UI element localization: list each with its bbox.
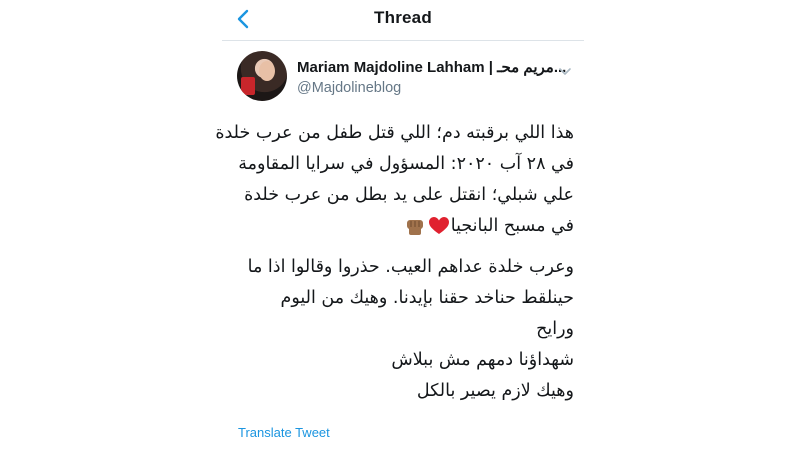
red-heart-icon xyxy=(428,217,449,234)
tweet-line: ورايح xyxy=(536,319,574,339)
avatar-badge xyxy=(241,77,255,95)
tweet-text: هذا اللي برقبته دم؛ اللي قتل طفل من عرب … xyxy=(215,118,574,407)
tweet-paragraph-2: وعرب خلدة عداهم العيب. حذروا وقالوا اذا … xyxy=(230,252,574,407)
page-title: Thread xyxy=(374,8,432,27)
raised-fist-icon xyxy=(406,220,423,235)
tweet-line: وهيك لازم يصير بالكل xyxy=(416,381,574,401)
avatar-face xyxy=(259,61,275,81)
tweet-line: هذا اللي برقبته دم؛ اللي قتل طفل من عرب … xyxy=(215,123,574,143)
author-name[interactable]: Mariam Majdoline Lahham | مريم محـ... xyxy=(297,58,566,76)
tweet-paragraph-1: هذا اللي برقبته دم؛ اللي قتل طفل من عرب … xyxy=(215,118,574,242)
translate-tweet-link[interactable]: Translate Tweet xyxy=(238,425,330,440)
author-handle[interactable]: @Majdolineblog xyxy=(297,80,401,96)
tweet-thread-screen: Thread Mariam Majdoline Lahham | مريم مح… xyxy=(0,0,800,450)
avatar[interactable] xyxy=(237,51,287,101)
chevron-down-icon xyxy=(559,68,571,75)
tweet-menu-button[interactable] xyxy=(558,62,572,75)
tweet-line: شهداؤنا دمهم مش ببلاش xyxy=(391,350,574,370)
tweet-line: وعرب خلدة عداهم العيب. حذروا وقالوا اذا … xyxy=(247,257,574,277)
tweet-line: في مسبح البانجيا xyxy=(450,216,574,236)
thread-header: Thread xyxy=(222,0,584,41)
tweet-line: علي شبلي؛ انقتل على يد بطل من عرب خلدة xyxy=(244,185,574,205)
tweet-line-with-emoji: في مسبح البانجيا xyxy=(230,211,574,242)
tweet-line: حينلقط حناخد حقنا بإيدنا. وهيك من اليوم xyxy=(280,288,574,308)
tweet-line: في ٢٨ آب ٢٠٢٠: المسؤول في سرايا المقاومة xyxy=(238,154,574,174)
